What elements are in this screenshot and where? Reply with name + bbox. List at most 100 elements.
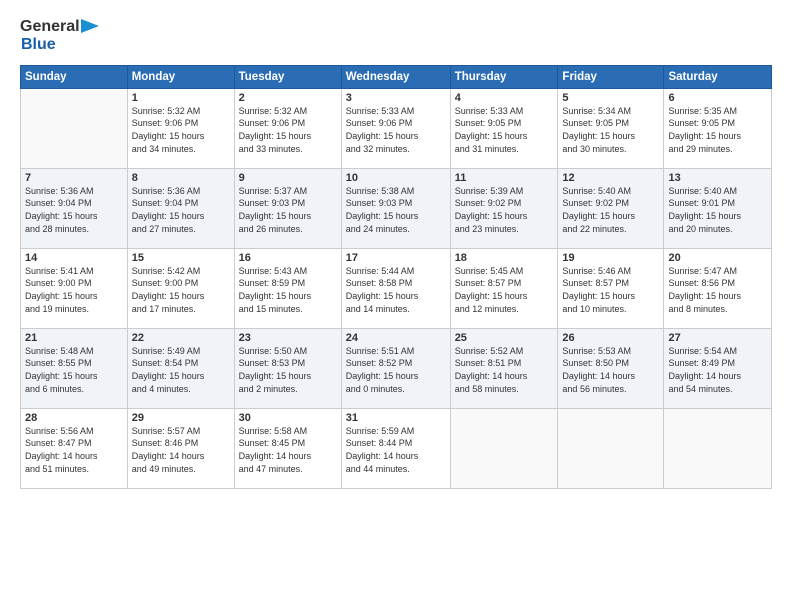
calendar-cell: 11Sunrise: 5:39 AM Sunset: 9:02 PM Dayli… xyxy=(450,168,558,248)
cell-info-text: Sunrise: 5:57 AM Sunset: 8:46 PM Dayligh… xyxy=(132,425,230,475)
cell-info-text: Sunrise: 5:36 AM Sunset: 9:04 PM Dayligh… xyxy=(25,185,123,235)
cell-date-number: 12 xyxy=(562,172,659,184)
calendar-cell xyxy=(450,408,558,488)
calendar-cell: 19Sunrise: 5:46 AM Sunset: 8:57 PM Dayli… xyxy=(558,248,664,328)
cell-date-number: 31 xyxy=(346,412,446,424)
cell-info-text: Sunrise: 5:52 AM Sunset: 8:51 PM Dayligh… xyxy=(455,345,554,395)
cell-info-text: Sunrise: 5:37 AM Sunset: 9:03 PM Dayligh… xyxy=(239,185,337,235)
calendar-day-header: Tuesday xyxy=(234,65,341,88)
cell-info-text: Sunrise: 5:40 AM Sunset: 9:02 PM Dayligh… xyxy=(562,185,659,235)
cell-info-text: Sunrise: 5:33 AM Sunset: 9:05 PM Dayligh… xyxy=(455,105,554,155)
cell-info-text: Sunrise: 5:58 AM Sunset: 8:45 PM Dayligh… xyxy=(239,425,337,475)
cell-info-text: Sunrise: 5:38 AM Sunset: 9:03 PM Dayligh… xyxy=(346,185,446,235)
calendar-day-header: Thursday xyxy=(450,65,558,88)
logo: General Blue xyxy=(20,18,99,55)
cell-date-number: 27 xyxy=(668,332,767,344)
cell-date-number: 3 xyxy=(346,92,446,104)
cell-info-text: Sunrise: 5:35 AM Sunset: 9:05 PM Dayligh… xyxy=(668,105,767,155)
calendar-cell: 14Sunrise: 5:41 AM Sunset: 9:00 PM Dayli… xyxy=(21,248,128,328)
calendar-cell: 18Sunrise: 5:45 AM Sunset: 8:57 PM Dayli… xyxy=(450,248,558,328)
calendar-cell: 24Sunrise: 5:51 AM Sunset: 8:52 PM Dayli… xyxy=(341,328,450,408)
cell-date-number: 23 xyxy=(239,332,337,344)
cell-date-number: 1 xyxy=(132,92,230,104)
calendar-table: SundayMondayTuesdayWednesdayThursdayFrid… xyxy=(20,65,772,489)
calendar-cell: 12Sunrise: 5:40 AM Sunset: 9:02 PM Dayli… xyxy=(558,168,664,248)
cell-info-text: Sunrise: 5:41 AM Sunset: 9:00 PM Dayligh… xyxy=(25,265,123,315)
cell-date-number: 19 xyxy=(562,252,659,264)
calendar-cell xyxy=(558,408,664,488)
calendar-cell: 8Sunrise: 5:36 AM Sunset: 9:04 PM Daylig… xyxy=(127,168,234,248)
calendar-cell: 16Sunrise: 5:43 AM Sunset: 8:59 PM Dayli… xyxy=(234,248,341,328)
calendar-day-header: Sunday xyxy=(21,65,128,88)
cell-date-number: 8 xyxy=(132,172,230,184)
cell-info-text: Sunrise: 5:32 AM Sunset: 9:06 PM Dayligh… xyxy=(239,105,337,155)
calendar-cell: 22Sunrise: 5:49 AM Sunset: 8:54 PM Dayli… xyxy=(127,328,234,408)
cell-date-number: 20 xyxy=(668,252,767,264)
cell-date-number: 14 xyxy=(25,252,123,264)
calendar-cell: 31Sunrise: 5:59 AM Sunset: 8:44 PM Dayli… xyxy=(341,408,450,488)
cell-info-text: Sunrise: 5:44 AM Sunset: 8:58 PM Dayligh… xyxy=(346,265,446,315)
calendar-cell: 27Sunrise: 5:54 AM Sunset: 8:49 PM Dayli… xyxy=(664,328,772,408)
cell-info-text: Sunrise: 5:59 AM Sunset: 8:44 PM Dayligh… xyxy=(346,425,446,475)
calendar-cell: 1Sunrise: 5:32 AM Sunset: 9:06 PM Daylig… xyxy=(127,88,234,168)
cell-date-number: 26 xyxy=(562,332,659,344)
cell-date-number: 24 xyxy=(346,332,446,344)
calendar-day-header: Wednesday xyxy=(341,65,450,88)
logo-arrow-icon xyxy=(81,17,99,35)
calendar-cell: 30Sunrise: 5:58 AM Sunset: 8:45 PM Dayli… xyxy=(234,408,341,488)
cell-info-text: Sunrise: 5:43 AM Sunset: 8:59 PM Dayligh… xyxy=(239,265,337,315)
calendar-cell: 29Sunrise: 5:57 AM Sunset: 8:46 PM Dayli… xyxy=(127,408,234,488)
cell-info-text: Sunrise: 5:48 AM Sunset: 8:55 PM Dayligh… xyxy=(25,345,123,395)
cell-date-number: 17 xyxy=(346,252,446,264)
calendar-day-header: Saturday xyxy=(664,65,772,88)
calendar-cell: 21Sunrise: 5:48 AM Sunset: 8:55 PM Dayli… xyxy=(21,328,128,408)
calendar-cell: 17Sunrise: 5:44 AM Sunset: 8:58 PM Dayli… xyxy=(341,248,450,328)
cell-date-number: 5 xyxy=(562,92,659,104)
cell-info-text: Sunrise: 5:51 AM Sunset: 8:52 PM Dayligh… xyxy=(346,345,446,395)
cell-info-text: Sunrise: 5:36 AM Sunset: 9:04 PM Dayligh… xyxy=(132,185,230,235)
cell-date-number: 18 xyxy=(455,252,554,264)
calendar-cell: 4Sunrise: 5:33 AM Sunset: 9:05 PM Daylig… xyxy=(450,88,558,168)
calendar-cell: 5Sunrise: 5:34 AM Sunset: 9:05 PM Daylig… xyxy=(558,88,664,168)
calendar-day-header: Monday xyxy=(127,65,234,88)
cell-date-number: 2 xyxy=(239,92,337,104)
calendar-cell: 3Sunrise: 5:33 AM Sunset: 9:06 PM Daylig… xyxy=(341,88,450,168)
cell-info-text: Sunrise: 5:49 AM Sunset: 8:54 PM Dayligh… xyxy=(132,345,230,395)
cell-date-number: 6 xyxy=(668,92,767,104)
cell-info-text: Sunrise: 5:40 AM Sunset: 9:01 PM Dayligh… xyxy=(668,185,767,235)
cell-info-text: Sunrise: 5:53 AM Sunset: 8:50 PM Dayligh… xyxy=(562,345,659,395)
logo-general-text: General xyxy=(20,18,80,36)
calendar-cell: 23Sunrise: 5:50 AM Sunset: 8:53 PM Dayli… xyxy=(234,328,341,408)
cell-date-number: 21 xyxy=(25,332,123,344)
cell-info-text: Sunrise: 5:46 AM Sunset: 8:57 PM Dayligh… xyxy=(562,265,659,315)
cell-date-number: 16 xyxy=(239,252,337,264)
logo-blue-text: Blue xyxy=(21,36,56,54)
calendar-cell: 25Sunrise: 5:52 AM Sunset: 8:51 PM Dayli… xyxy=(450,328,558,408)
calendar-cell: 9Sunrise: 5:37 AM Sunset: 9:03 PM Daylig… xyxy=(234,168,341,248)
calendar-cell: 10Sunrise: 5:38 AM Sunset: 9:03 PM Dayli… xyxy=(341,168,450,248)
cell-info-text: Sunrise: 5:56 AM Sunset: 8:47 PM Dayligh… xyxy=(25,425,123,475)
calendar-week-row: 14Sunrise: 5:41 AM Sunset: 9:00 PM Dayli… xyxy=(21,248,772,328)
cell-info-text: Sunrise: 5:32 AM Sunset: 9:06 PM Dayligh… xyxy=(132,105,230,155)
calendar-cell: 13Sunrise: 5:40 AM Sunset: 9:01 PM Dayli… xyxy=(664,168,772,248)
page: General Blue SundayMondayTuesdayWednesda… xyxy=(0,0,792,612)
header: General Blue xyxy=(20,18,772,55)
cell-date-number: 22 xyxy=(132,332,230,344)
calendar-day-header: Friday xyxy=(558,65,664,88)
cell-info-text: Sunrise: 5:45 AM Sunset: 8:57 PM Dayligh… xyxy=(455,265,554,315)
cell-date-number: 4 xyxy=(455,92,554,104)
calendar-week-row: 28Sunrise: 5:56 AM Sunset: 8:47 PM Dayli… xyxy=(21,408,772,488)
cell-date-number: 10 xyxy=(346,172,446,184)
calendar-cell: 2Sunrise: 5:32 AM Sunset: 9:06 PM Daylig… xyxy=(234,88,341,168)
cell-date-number: 25 xyxy=(455,332,554,344)
calendar-cell: 7Sunrise: 5:36 AM Sunset: 9:04 PM Daylig… xyxy=(21,168,128,248)
calendar-cell: 15Sunrise: 5:42 AM Sunset: 9:00 PM Dayli… xyxy=(127,248,234,328)
calendar-week-row: 1Sunrise: 5:32 AM Sunset: 9:06 PM Daylig… xyxy=(21,88,772,168)
calendar-header-row: SundayMondayTuesdayWednesdayThursdayFrid… xyxy=(21,65,772,88)
cell-info-text: Sunrise: 5:39 AM Sunset: 9:02 PM Dayligh… xyxy=(455,185,554,235)
calendar-cell: 26Sunrise: 5:53 AM Sunset: 8:50 PM Dayli… xyxy=(558,328,664,408)
cell-info-text: Sunrise: 5:34 AM Sunset: 9:05 PM Dayligh… xyxy=(562,105,659,155)
cell-info-text: Sunrise: 5:50 AM Sunset: 8:53 PM Dayligh… xyxy=(239,345,337,395)
cell-date-number: 11 xyxy=(455,172,554,184)
cell-info-text: Sunrise: 5:42 AM Sunset: 9:00 PM Dayligh… xyxy=(132,265,230,315)
